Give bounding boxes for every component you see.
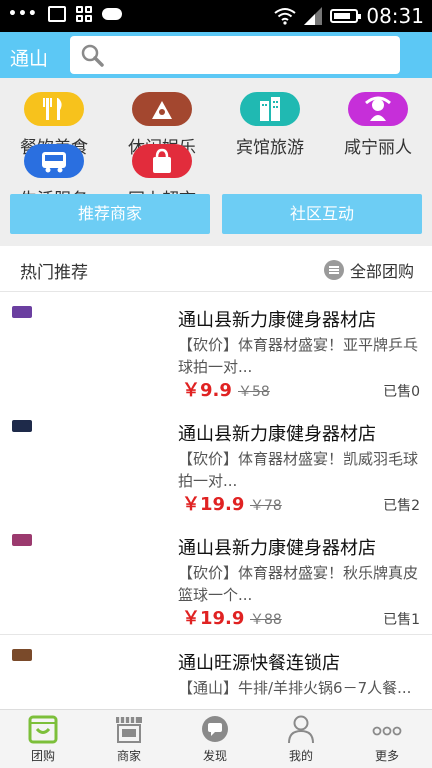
- image-notification-icon: [47, 6, 66, 22]
- fork-knife-icon: [24, 92, 84, 126]
- tab-discover[interactable]: 发现: [172, 710, 258, 768]
- leisure-icon: [132, 92, 192, 126]
- hotel-building-icon: [240, 92, 300, 126]
- product-thumbnail: [12, 649, 32, 661]
- signal-icon: [304, 7, 323, 25]
- person-icon: [288, 715, 314, 744]
- beauty-icon: [348, 92, 408, 126]
- category-grid: 餐饮美食 休闲娱乐 宾馆旅游 咸宁丽人 生活服务 网上超市 推荐商家 社区互动: [0, 78, 432, 246]
- storefront-icon: [116, 717, 142, 743]
- tab-label: 我的: [288, 749, 313, 763]
- category-leisure[interactable]: 休闲娱乐: [108, 78, 216, 158]
- sold-count: 已售1: [383, 612, 420, 628]
- deal-price: ￥9.9: [182, 380, 232, 401]
- notification-dots: •••: [8, 6, 38, 22]
- basket-icon: [28, 715, 58, 744]
- category-beauty[interactable]: 咸宁丽人: [324, 78, 432, 158]
- tab-mine[interactable]: 我的: [258, 710, 344, 768]
- bottom-tab-bar: 团购 商家 发现 我的 更多: [0, 709, 432, 768]
- category-label: 宾馆旅游: [236, 138, 304, 158]
- list-item[interactable]: 通山县新力康健身器材店 【砍价】体育器材盛宴！秋乐牌真皮篮球一个... ￥19.…: [0, 520, 432, 635]
- list-item[interactable]: 通山县新力康健身器材店 【砍价】体育器材盛宴！凯威羽毛球拍一对... ￥19.9…: [0, 406, 432, 521]
- chat-bubble-icon: [202, 716, 228, 742]
- merchant-name: 通山县新力康健身器材店: [178, 424, 376, 445]
- section-title: 热门推荐: [20, 263, 88, 283]
- original-price: ￥58: [238, 384, 270, 400]
- status-bar: ••• 08:31: [0, 0, 432, 32]
- all-deals-label: 全部团购: [349, 262, 414, 281]
- top-bar: 通山: [0, 32, 432, 78]
- search-input[interactable]: [70, 36, 400, 74]
- merchant-name: 通山县新力康健身器材店: [178, 538, 376, 559]
- list-item[interactable]: 通山县新力康健身器材店 【砍价】体育器材盛宴！亚平牌乒乓球拍一对... ￥9.9…: [0, 292, 432, 407]
- product-thumbnail: [12, 534, 32, 546]
- wifi-icon: [274, 8, 296, 25]
- category-supermarket[interactable]: 网上超市: [108, 130, 216, 210]
- weather-cloud-icon: [101, 8, 122, 20]
- community-button[interactable]: 社区互动: [222, 194, 422, 234]
- category-food[interactable]: 餐饮美食: [0, 78, 108, 158]
- product-thumbnail: [12, 420, 32, 432]
- category-label: 咸宁丽人: [344, 138, 412, 158]
- product-thumbnail: [12, 306, 32, 318]
- tab-label: 发现: [202, 749, 227, 763]
- all-deals-link[interactable]: 全部团购: [323, 258, 414, 282]
- deal-description: 【砍价】体育器材盛宴！秋乐牌真皮篮球一个...: [178, 564, 419, 604]
- hot-section-header: 热门推荐 全部团购: [0, 246, 432, 292]
- sold-count: 已售0: [383, 384, 420, 400]
- tab-label: 团购: [30, 749, 55, 763]
- deal-description: 【砍价】体育器材盛宴！凯威羽毛球拍一对...: [178, 450, 419, 490]
- recommended-merchants-button[interactable]: 推荐商家: [10, 194, 210, 234]
- deal-price: ￥19.9: [182, 608, 245, 629]
- tab-label: 商家: [116, 749, 141, 763]
- merchant-name: 通山县新力康健身器材店: [178, 310, 376, 331]
- shopping-bag-icon: [132, 144, 192, 178]
- bus-icon: [24, 144, 84, 178]
- more-dots-icon: [372, 726, 402, 736]
- deal-description: 【通山】牛排/羊排火锅6－7人餐...: [178, 679, 412, 697]
- city-selector[interactable]: 通山: [10, 44, 48, 71]
- original-price: ￥78: [250, 498, 282, 514]
- tab-more[interactable]: 更多: [344, 710, 430, 768]
- list-icon: [323, 260, 344, 280]
- merchant-name: 通山旺源快餐连锁店: [178, 653, 340, 674]
- deal-price: ￥19.9: [182, 494, 245, 515]
- category-life-service[interactable]: 生活服务: [0, 130, 108, 210]
- list-item[interactable]: 通山旺源快餐连锁店 【通山】牛排/羊排火锅6－7人餐...: [0, 635, 432, 715]
- category-hotel[interactable]: 宾馆旅游: [216, 78, 324, 158]
- grid-notification-icon: [75, 6, 92, 22]
- battery-icon: [330, 9, 362, 23]
- tab-label: 更多: [374, 749, 399, 763]
- deal-description: 【砍价】体育器材盛宴！亚平牌乒乓球拍一对...: [178, 336, 419, 376]
- sold-count: 已售2: [383, 498, 420, 514]
- original-price: ￥88: [250, 612, 282, 628]
- tab-group-buy[interactable]: 团购: [0, 710, 86, 768]
- search-icon: [81, 44, 104, 67]
- clock: 08:31: [366, 4, 424, 28]
- tab-merchants[interactable]: 商家: [86, 710, 172, 768]
